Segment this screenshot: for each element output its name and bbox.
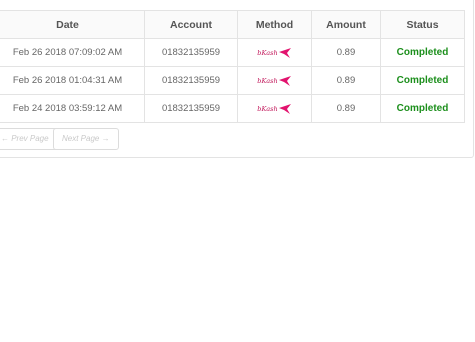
- bkash-logo: bKash: [257, 103, 291, 115]
- header-method: Method: [237, 10, 312, 39]
- cell-date: Feb 26 2018 01:04:31 AM: [0, 66, 145, 95]
- header-amount: Amount: [311, 10, 381, 39]
- header-date: Date: [0, 10, 145, 39]
- cell-date: Feb 24 2018 03:59:12 AM: [0, 94, 145, 123]
- transactions-table: Date Account Method Amount Status Feb 26…: [0, 10, 465, 123]
- bkash-logo: bKash: [257, 47, 291, 59]
- table-row: Feb 26 2018 01:04:31 AM 01832135959 bKas…: [0, 66, 465, 95]
- prev-page-button[interactable]: ← Prev Page: [0, 128, 58, 150]
- cell-method: bKash: [237, 94, 312, 123]
- cell-account: 01832135959: [144, 38, 238, 67]
- cell-amount: 0.89: [311, 38, 381, 67]
- cell-account: 01832135959: [144, 94, 238, 123]
- status-badge: Completed: [380, 66, 465, 95]
- bkash-bird-icon: [278, 103, 291, 114]
- header-account: Account: [144, 10, 238, 39]
- bkash-bird-icon: [278, 47, 291, 58]
- table-row: Feb 26 2018 07:09:02 AM 01832135959 bKas…: [0, 38, 465, 67]
- cell-method: bKash: [237, 66, 312, 95]
- cell-date: Feb 26 2018 07:09:02 AM: [0, 38, 145, 67]
- header-status: Status: [380, 10, 465, 39]
- bkash-bird-icon: [278, 75, 291, 86]
- cell-amount: 0.89: [311, 94, 381, 123]
- next-page-button[interactable]: Next Page →: [53, 128, 119, 150]
- bkash-logo: bKash: [257, 75, 291, 87]
- table-header-row: Date Account Method Amount Status: [0, 10, 465, 39]
- table-row: Feb 24 2018 03:59:12 AM 01832135959 bKas…: [0, 94, 465, 123]
- cell-account: 01832135959: [144, 66, 238, 95]
- cell-amount: 0.89: [311, 66, 381, 95]
- status-badge: Completed: [380, 94, 465, 123]
- status-badge: Completed: [380, 38, 465, 67]
- cell-method: bKash: [237, 38, 312, 67]
